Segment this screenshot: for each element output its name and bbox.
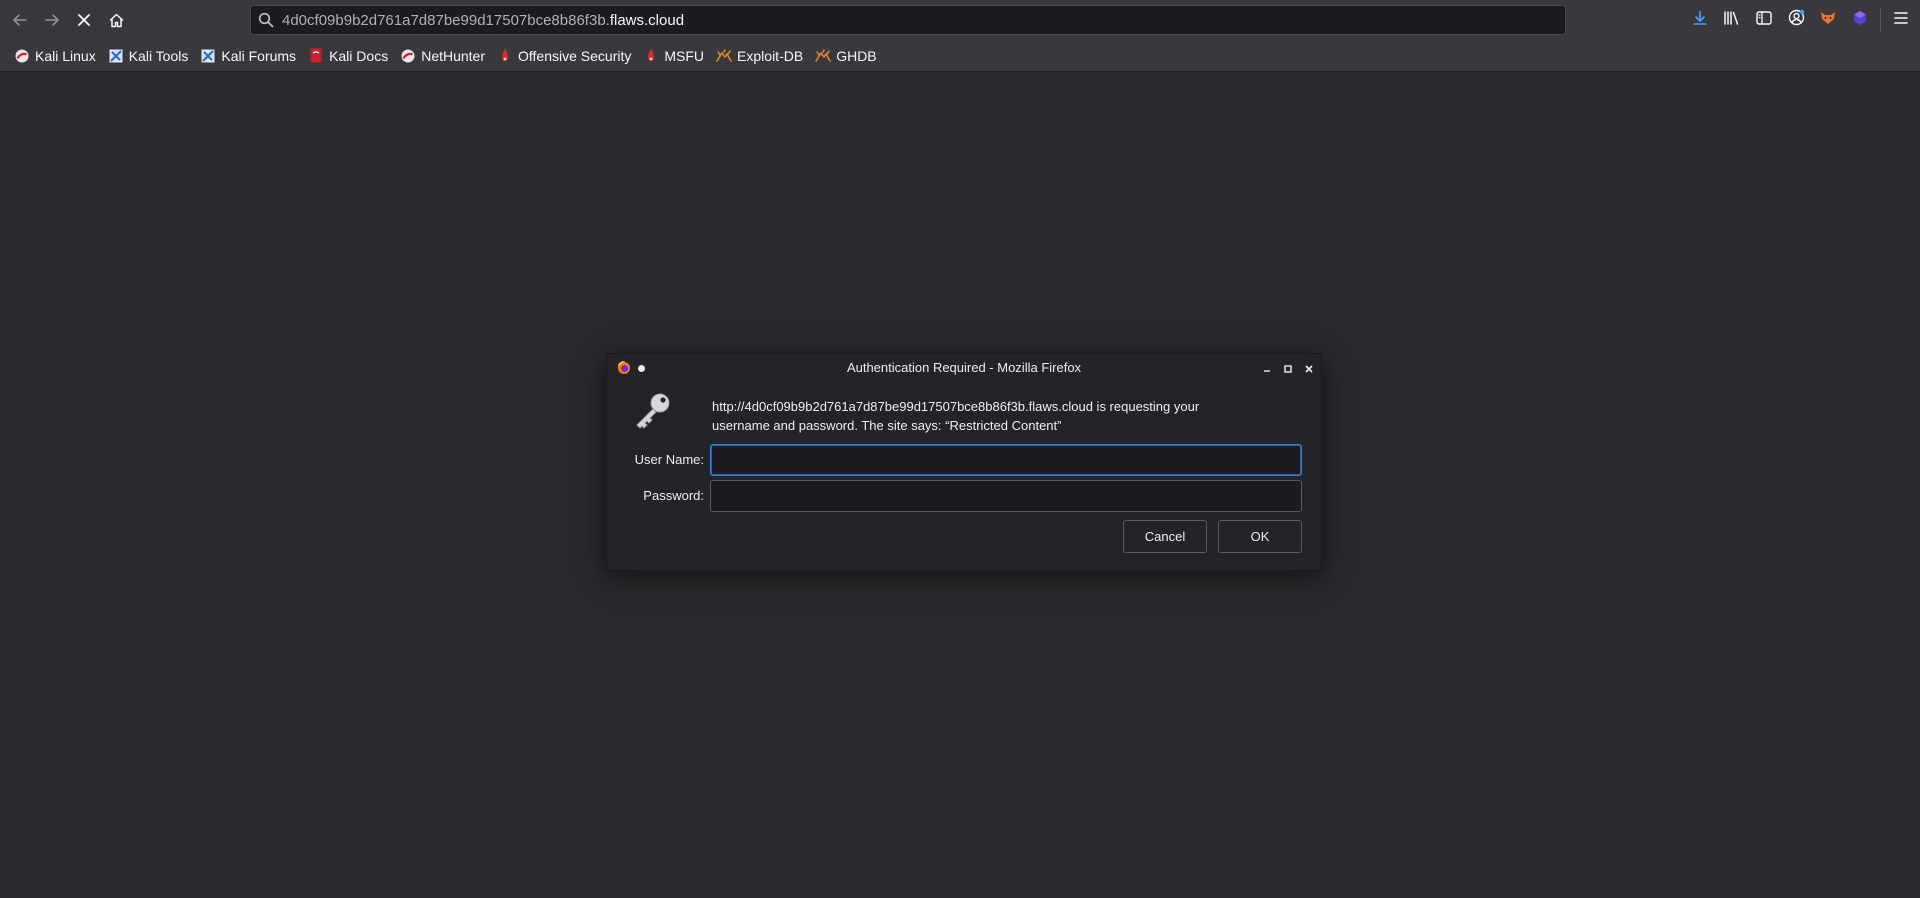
offsec-icon [497, 48, 513, 64]
auth-message: http://4d0cf09b9b2d761a7d87be99d17507bce… [712, 397, 1272, 435]
kali-docs-icon [308, 48, 324, 64]
home-icon [108, 12, 125, 29]
bookmark-nethunter[interactable]: NetHunter [396, 44, 489, 68]
nethunter-icon [400, 48, 416, 64]
bookmark-label: NetHunter [421, 47, 486, 64]
search-icon [258, 12, 274, 28]
extension-cube-button[interactable] [1845, 5, 1875, 35]
sidebar-icon [1756, 10, 1772, 30]
toolbar-separator [1880, 8, 1881, 32]
bookmark-kali-docs[interactable]: Kali Docs [304, 44, 392, 68]
auth-message-line: username and password. The site says: “R… [712, 418, 1062, 433]
bookmark-ghdb[interactable]: GHDB [811, 44, 880, 68]
url-bar[interactable]: 4d0cf09b9b2d761a7d87be99d17507bce8b86f3b… [250, 5, 1566, 35]
bookmark-label: Kali Tools [128, 47, 189, 64]
menu-button[interactable] [1886, 5, 1916, 35]
dialog-title: Authentication Required - Mozilla Firefo… [846, 360, 1082, 375]
exploitdb-icon [716, 48, 732, 64]
minimize-icon[interactable] [1259, 361, 1275, 377]
kali-forums-icon [200, 48, 216, 64]
password-field[interactable] [710, 480, 1302, 512]
forward-button[interactable] [37, 5, 67, 35]
key-icon [631, 391, 673, 438]
account-icon [1788, 9, 1805, 31]
ok-button[interactable]: OK [1218, 520, 1302, 553]
bookmark-label: Kali Forums [221, 47, 297, 64]
extension-fox-icon [1819, 10, 1837, 31]
bookmark-label: Kali Docs [329, 47, 389, 64]
kali-tools-icon [108, 48, 124, 64]
url-text[interactable]: 4d0cf09b9b2d761a7d87be99d17507bce8b86f3b… [282, 12, 684, 29]
download-icon [1692, 10, 1708, 31]
download-button[interactable] [1685, 5, 1715, 35]
extension-fox-button[interactable] [1813, 5, 1843, 35]
username-field[interactable] [710, 444, 1302, 476]
extension-cube-icon [1852, 10, 1868, 31]
bookmark-kali-linux[interactable]: Kali Linux [10, 44, 100, 68]
bookmark-msfu[interactable]: MSFU [639, 44, 708, 68]
stop-button[interactable] [69, 5, 99, 35]
library-button[interactable] [1717, 5, 1747, 35]
url-subdomain: 4d0cf09b9b2d761a7d87be99d17507bce8b86f3b… [282, 11, 610, 29]
url-host: flaws.cloud [609, 11, 685, 29]
arrow-left-icon [11, 11, 29, 29]
dialog-titlebar[interactable]: Authentication Required - Mozilla Firefo… [607, 354, 1321, 384]
kali-icon [14, 48, 30, 64]
home-button[interactable] [101, 5, 131, 35]
arrow-right-icon [43, 11, 61, 29]
bookmark-offensive-security[interactable]: Offensive Security [493, 44, 635, 68]
bookmark-kali-forums[interactable]: Kali Forums [196, 44, 300, 68]
stop-icon [76, 12, 92, 28]
navigation-toolbar: 4d0cf09b9b2d761a7d87be99d17507bce8b86f3b… [0, 0, 1920, 40]
close-icon[interactable] [1301, 361, 1317, 377]
library-icon [1723, 10, 1741, 31]
bookmark-label: MSFU [664, 47, 705, 64]
msfu-icon [643, 48, 659, 64]
password-label: Password: [643, 488, 704, 503]
bookmark-label: Exploit-DB [737, 47, 804, 64]
bookmarks-toolbar: Kali Linux Kali Tools Kali Forums Kali D… [0, 40, 1920, 72]
username-label: User Name: [634, 452, 704, 467]
ghdb-icon [815, 48, 831, 64]
bookmark-kali-tools[interactable]: Kali Tools [104, 44, 193, 68]
maximize-icon[interactable] [1280, 361, 1296, 377]
bookmark-label: Offensive Security [518, 47, 632, 64]
auth-dialog: Authentication Required - Mozilla Firefo… [606, 353, 1322, 571]
cancel-button[interactable]: Cancel [1123, 520, 1207, 553]
auth-message-line: http://4d0cf09b9b2d761a7d87be99d17507bce… [712, 399, 1200, 414]
sidebar-button[interactable] [1749, 5, 1779, 35]
bookmark-label: GHDB [836, 47, 877, 64]
account-button[interactable] [1781, 5, 1811, 35]
menu-icon [1893, 11, 1909, 30]
bookmark-exploit-db[interactable]: Exploit-DB [712, 44, 807, 68]
back-button[interactable] [5, 5, 35, 35]
bookmark-label: Kali Linux [35, 47, 96, 64]
